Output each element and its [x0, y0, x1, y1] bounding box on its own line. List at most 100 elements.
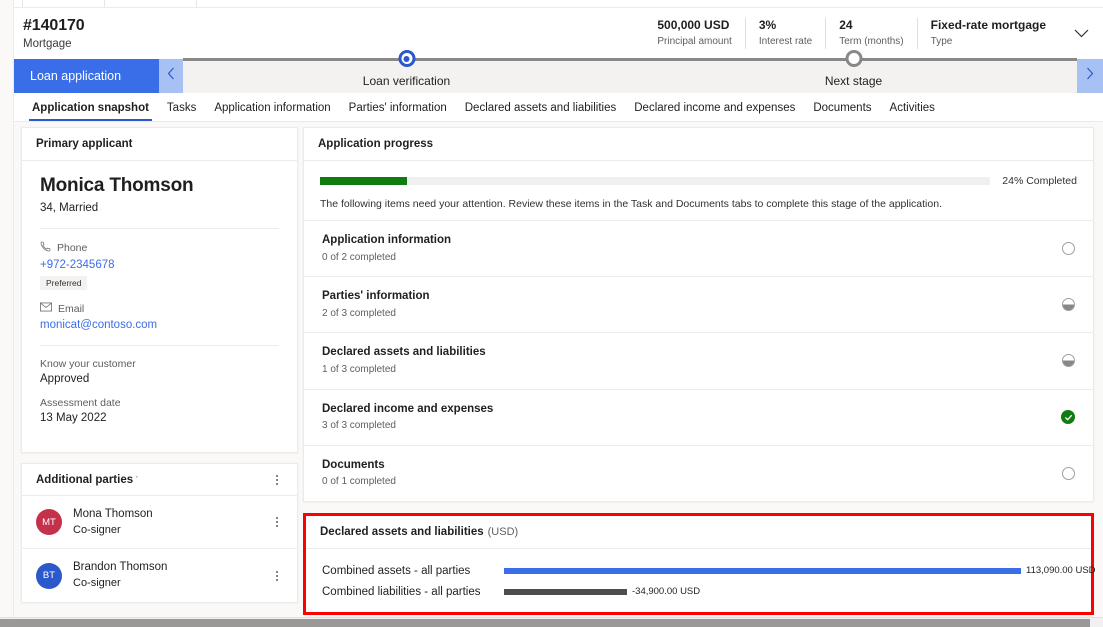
task-name: Parties' information [322, 290, 430, 303]
task-text: Declared assets and liabilities 1 of 3 c… [322, 344, 486, 377]
kpi-value: Fixed-rate mortgage [930, 18, 1046, 33]
check-circle-icon [1061, 410, 1075, 425]
avatar-initials: MT [42, 516, 56, 528]
party-text: Mona Thomson Co-signer [73, 507, 153, 537]
assessment-date-value: 13 May 2022 [40, 412, 107, 424]
more-vertical-icon[interactable] [269, 566, 285, 586]
table-row[interactable]: Declared assets and liabilities 1 of 3 c… [304, 332, 1093, 388]
snapshot-body: Primary applicant Monica Thomson 34, Mar… [14, 122, 1103, 627]
stage-label: Next stage [824, 74, 883, 88]
task-text: Application information 0 of 2 completed [322, 232, 451, 265]
tab-documents[interactable]: Documents [804, 102, 880, 121]
email-value-link[interactable]: monicat@contoso.com [40, 319, 279, 331]
card-title: Declared assets and liabilities [320, 525, 484, 538]
party-text: Brandon Thomson Co-signer [73, 560, 167, 590]
stage-loan-application[interactable]: Loan application [14, 59, 159, 93]
application-progress-card: Application progress 24% Completed The f… [303, 127, 1094, 502]
application-type: Mortgage [23, 38, 72, 50]
tab-bar: Application snapshot Tasks Application i… [14, 93, 1103, 122]
right-column: Application progress 24% Completed The f… [303, 127, 1096, 627]
list-item[interactable]: BT Brandon Thomson Co-signer [22, 549, 297, 601]
chevron-right-icon [1086, 67, 1094, 85]
card-title: Application progress [318, 138, 434, 150]
table-row[interactable]: Declared income and expenses 3 of 3 comp… [304, 388, 1093, 445]
stage-next-button[interactable] [1077, 59, 1103, 93]
party-role: Co-signer [73, 576, 121, 589]
assessment-date-label: Assessment date [40, 397, 121, 409]
preferred-badge: Preferred [40, 276, 88, 290]
party-name: Mona Thomson [73, 508, 153, 520]
chevron-down-icon [1074, 29, 1089, 38]
task-subtext: 1 of 3 completed [322, 364, 396, 376]
status-badge [1062, 242, 1075, 256]
stage-track: Loan verification Next stage [183, 50, 1077, 93]
left-rail [0, 0, 14, 627]
avatar: MT [36, 509, 62, 536]
additional-parties-card: Additional parties ' MT Mona Thomson Co-… [21, 463, 298, 603]
kpi-type: Fixed-rate mortgage Type [916, 18, 1059, 49]
task-name: Documents [322, 458, 385, 471]
list-item[interactable]: MT Mona Thomson Co-signer [22, 496, 297, 550]
tab-application-snapshot[interactable]: Application snapshot [23, 102, 158, 121]
task-text: Documents 0 of 1 completed [322, 457, 396, 490]
tab-declared-assets-and-liabilities[interactable]: Declared assets and liabilities [456, 102, 626, 121]
task-subtext: 2 of 3 completed [322, 307, 396, 319]
avatar: BT [36, 562, 62, 589]
primary-applicant-details: Monica Thomson 34, Married Phone +972-23… [22, 161, 297, 452]
additional-parties-card-header: Additional parties ' [22, 464, 297, 496]
kyc-value: Approved [40, 373, 90, 385]
horizontal-scrollbar[interactable] [0, 617, 1103, 627]
task-name: Application information [322, 234, 452, 246]
status-badge [1062, 466, 1075, 480]
bar-value-label: 113,090.00 USD [1026, 565, 1096, 577]
chart-row-liabilities: Combined liabilities - all parties -34,9… [322, 586, 1075, 598]
header-expand-button[interactable] [1065, 18, 1097, 50]
application-progress-card-header: Application progress [304, 128, 1093, 161]
tab-declared-income-and-expenses[interactable]: Declared income and expenses [625, 102, 804, 121]
email-field: Email monicat@contoso.com [40, 302, 279, 332]
task-subtext: 0 of 1 completed [322, 476, 396, 488]
primary-applicant-card: Primary applicant Monica Thomson 34, Mar… [21, 127, 298, 453]
stage-previous-button[interactable] [159, 59, 183, 93]
task-subtext: 0 of 2 completed [322, 251, 396, 263]
tab-activities[interactable]: Activities [881, 102, 944, 121]
application-id: #140170 [23, 17, 85, 34]
kpi-label: Term (months) [839, 36, 904, 48]
divider [40, 228, 279, 229]
declared-assets-chart: Combined assets - all parties 113,090.00… [306, 549, 1096, 612]
task-subtext: 3 of 3 completed [322, 420, 396, 432]
task-text: Parties' information 2 of 3 completed [322, 288, 430, 321]
kpi-term-months: 24 Term (months) [825, 18, 916, 49]
stage-loan-verification[interactable]: Loan verification [183, 50, 630, 93]
kpi-value: 500,000 USD [657, 18, 730, 33]
kpi-label: Interest rate [758, 36, 813, 48]
declared-assets-and-liabilities-card: Declared assets and liabilities (USD) Co… [303, 512, 1096, 615]
task-text: Declared income and expenses 3 of 3 comp… [322, 401, 493, 434]
chart-row-assets: Combined assets - all parties 113,090.00… [322, 565, 1096, 577]
table-row[interactable]: Application information 0 of 2 completed [304, 220, 1093, 276]
card-title-suffix: ' [136, 475, 138, 484]
tab-tasks[interactable]: Tasks [158, 102, 205, 121]
scrollbar-thumb[interactable] [0, 619, 1090, 627]
card-title: Primary applicant [36, 138, 133, 150]
circle-half-icon [1062, 298, 1075, 312]
status-badge [1061, 410, 1075, 425]
stage-label: Loan application [30, 69, 122, 83]
stage-active-marker-icon [398, 50, 415, 67]
phone-field-label-row: Phone [40, 241, 279, 255]
table-row[interactable]: Parties' information 2 of 3 completed [304, 276, 1093, 332]
more-vertical-icon[interactable] [269, 512, 285, 532]
bar-track: -34,900.00 USD [504, 586, 1075, 597]
bar-assets [504, 567, 1021, 574]
bar-label: Combined liabilities - all parties [322, 585, 481, 598]
bar-liabilities [504, 588, 627, 595]
party-role: Co-signer [73, 523, 121, 536]
tab-application-information[interactable]: Application information [205, 102, 339, 121]
kpi-label: Principal amount [657, 36, 732, 48]
applicant-meta: 34, Married [40, 202, 99, 214]
more-vertical-icon[interactable] [269, 470, 285, 490]
stage-next-stage[interactable]: Next stage [630, 50, 1077, 93]
phone-value-link[interactable]: +972-2345678 [40, 259, 279, 271]
tab-parties-information[interactable]: Parties' information [340, 102, 456, 121]
table-row[interactable]: Documents 0 of 1 completed [304, 444, 1093, 501]
